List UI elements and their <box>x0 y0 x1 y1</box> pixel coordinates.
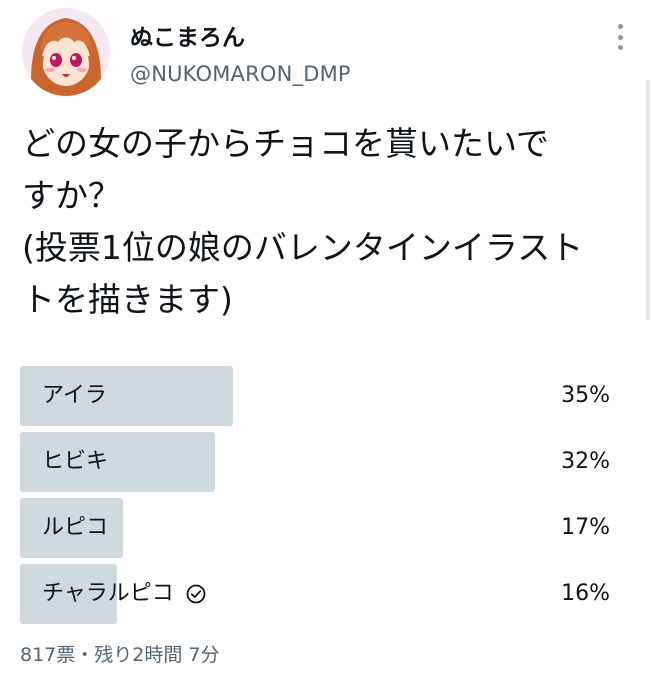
poll-option-percent: 17% <box>561 515 610 540</box>
author-display-name[interactable]: ぬこまろん <box>130 18 245 52</box>
poll-option-label: ルピコ <box>42 515 109 540</box>
vertical-ellipsis-icon[interactable] <box>606 22 634 52</box>
poll-option-aira: アイラ 35% <box>20 366 614 426</box>
poll-option-percent: 16% <box>561 581 610 606</box>
poll-option-label: アイラ <box>42 383 107 408</box>
scrollbar[interactable] <box>646 80 650 320</box>
poll-option-rupiko: ルピコ 17% <box>20 498 614 558</box>
poll: アイラ 35% ヒビキ 32% ルピコ 17% チャラルピコ 16% <box>20 366 614 630</box>
author-handle[interactable]: @NUKOMARON_DMP <box>130 62 351 86</box>
check-circle-icon <box>186 584 206 604</box>
tweet-text-line: すか？ <box>22 176 121 215</box>
anime-girl-avatar-icon <box>22 8 110 96</box>
tweet-text-line: どの女の子からチョコを貰いたいで <box>22 124 550 163</box>
poll-option-chararupiko: チャラルピコ 16% <box>20 564 614 624</box>
poll-meta: 817票・残り2時間 7分 <box>20 644 220 666</box>
poll-option-percent: 32% <box>561 449 610 474</box>
poll-option-label: チャラルピコ <box>42 564 206 624</box>
avatar[interactable] <box>22 8 110 96</box>
poll-option-label: ヒビキ <box>42 449 109 474</box>
tweet-text: どの女の子からチョコを貰いたいで すか？ (投票1位の娘のバレンタインイラスト … <box>22 118 622 326</box>
tweet-text-line: (投票1位の娘のバレンタインイラスト <box>22 228 584 267</box>
tweet-text-line: トを描きます) <box>22 280 233 319</box>
poll-option-percent: 35% <box>561 383 610 408</box>
poll-option-hibiki: ヒビキ 32% <box>20 432 614 492</box>
tweet-card: ぬこまろん @NUKOMARON_DMP どの女の子からチョコを貰いたいで すか… <box>0 0 652 680</box>
